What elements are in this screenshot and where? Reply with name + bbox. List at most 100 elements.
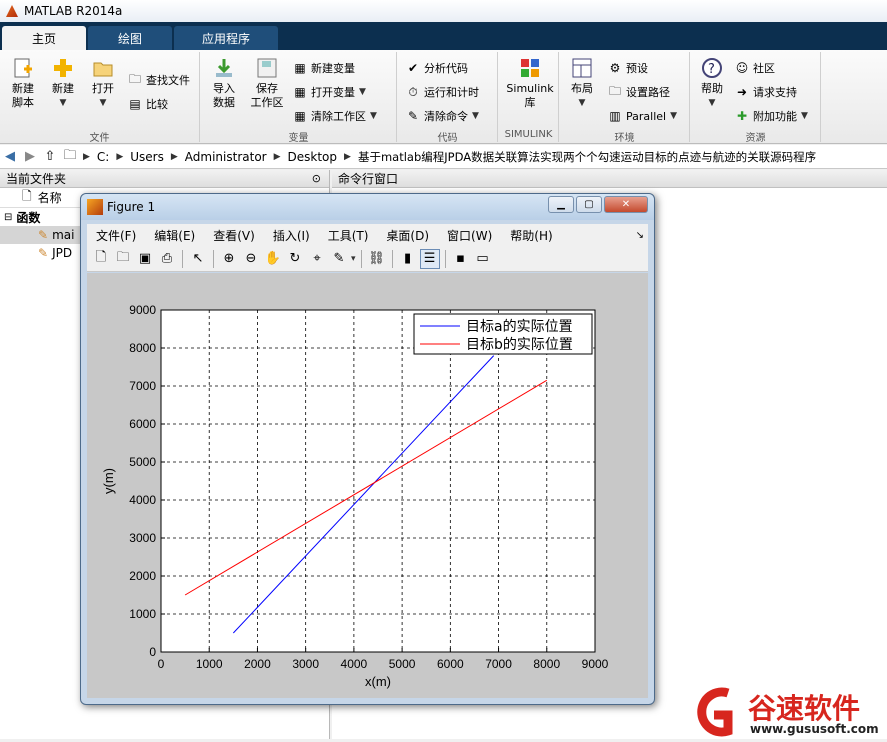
import-data-button[interactable]: 导入 数据 — [207, 56, 241, 110]
help-button[interactable]: ? 帮助 ▼ — [695, 56, 729, 110]
tab-home[interactable]: 主页 — [2, 26, 86, 50]
x-tick-label: 2000 — [244, 657, 271, 671]
rotate-icon[interactable]: ↻ — [285, 249, 305, 269]
menu-help[interactable]: 帮助(H) — [501, 227, 561, 244]
new-variable-button[interactable]: ▦ 新建变量 — [293, 58, 355, 78]
zoom-out-icon[interactable]: ⊖ — [241, 249, 261, 269]
new-button[interactable]: 新建 ▼ — [46, 56, 80, 110]
parallel-button[interactable]: ▥ Parallel ▼ — [608, 106, 677, 126]
new-figure-icon[interactable]: 🗋 — [91, 249, 111, 269]
group-variable: 导入 数据 保存 工作区 ▦ 新建变量 ▦ 打开变量 ▼ ▦ 清除工作区 ▼ 变量 — [201, 52, 397, 144]
current-folder-header: 当前文件夹 ⊙ — [0, 170, 329, 188]
plus-icon — [51, 56, 75, 80]
y-tick-label: 9000 — [129, 303, 156, 317]
brush-dropdown-icon[interactable]: ▾ — [351, 254, 356, 264]
community-button[interactable]: ☺ 社区 — [735, 58, 775, 78]
set-path-button[interactable]: 🗀 设置路径 — [608, 82, 670, 102]
mfile-icon: ✎ — [38, 246, 49, 260]
compare-button[interactable]: ▤ 比较 — [128, 94, 168, 114]
set-path-icon: 🗀 — [608, 83, 621, 98]
x-tick-label: 6000 — [437, 657, 464, 671]
watermark-url: www.gususoft.com — [750, 722, 879, 736]
path-crumb[interactable]: 基于matlab编程JPDA数据关联算法实现两个个勾速运动目标的点迹与航迹的关联… — [358, 149, 816, 165]
ribbon-tab-strip: 主页 绘图 应用程序 — [0, 22, 887, 50]
menu-desktop[interactable]: 桌面(D) — [377, 227, 438, 244]
brush-icon[interactable]: ✎ — [329, 249, 349, 269]
collapse-icon[interactable]: ⊟ — [4, 212, 12, 223]
menu-tools[interactable]: 工具(T) — [319, 227, 378, 244]
run-and-time-button[interactable]: ⏱ 运行和计时 — [406, 82, 479, 102]
open-variable-icon: ▦ — [294, 85, 306, 99]
path-crumb[interactable]: C: — [97, 150, 109, 164]
matlab-logo-icon — [6, 5, 18, 17]
colorbar-icon[interactable]: ▮ — [398, 249, 418, 269]
command-window-header: 命令行窗口 — [332, 170, 887, 188]
back-icon[interactable]: ◀ — [0, 147, 20, 167]
add-ons-button[interactable]: ✚ 附加功能 ▼ — [735, 106, 808, 126]
link-icon[interactable]: ⛓ — [367, 249, 387, 269]
preferences-button[interactable]: ⚙ 预设 — [608, 58, 648, 78]
layout-icon — [570, 56, 594, 80]
menu-view[interactable]: 查看(V) — [204, 227, 264, 244]
legend-label-2: 目标b的实际位置 — [466, 337, 573, 353]
data-cursor-icon[interactable]: ⌖ — [307, 249, 327, 269]
figure-icon — [87, 199, 103, 215]
print-icon[interactable]: ⎙ — [157, 249, 177, 269]
simulink-library-button[interactable]: Simulink 库 — [505, 56, 555, 110]
zoom-in-icon[interactable]: ⊕ — [219, 249, 239, 269]
request-support-button[interactable]: ➜ 请求支持 — [735, 82, 797, 102]
plot-area: 0 1000 2000 3000 4000 5000 6000 7000 8000 9000 0 10… — [87, 273, 648, 698]
panel-menu-icon[interactable]: ⊙ — [312, 172, 321, 185]
layout-button[interactable]: 布局 ▼ — [564, 56, 600, 110]
path-crumb[interactable]: Users — [130, 150, 164, 164]
save-icon[interactable]: ▣ — [135, 249, 155, 269]
clear-commands-button[interactable]: ✎ 清除命令 ▼ — [406, 106, 479, 126]
figure-menu-bar: 文件(F) 编辑(E) 查看(V) 插入(I) 工具(T) 桌面(D) 窗口(W… — [87, 224, 648, 246]
up-folder-icon[interactable]: ⇧ — [40, 147, 60, 167]
menu-edit[interactable]: 编辑(E) — [145, 227, 204, 244]
y-axis-label: y(m) — [101, 468, 116, 494]
minimize-button[interactable]: ▁ — [548, 196, 574, 213]
menu-insert[interactable]: 插入(I) — [264, 227, 319, 244]
new-variable-icon: ▦ — [294, 61, 306, 75]
folder-icon — [91, 56, 115, 80]
pointer-icon[interactable]: ↖ — [188, 249, 208, 269]
tab-apps[interactable]: 应用程序 — [174, 26, 278, 50]
open-button[interactable]: 打开 ▼ — [86, 56, 120, 110]
watermark-logo: 谷速软件 www.gususoft.com — [688, 685, 887, 739]
tab-plots[interactable]: 绘图 — [88, 26, 172, 50]
y-tick-label: 6000 — [129, 417, 156, 431]
browse-folder-icon[interactable]: 🗀 — [60, 147, 80, 167]
line-chart[interactable]: 0 1000 2000 3000 4000 5000 6000 7000 8000 9000 0 10… — [87, 273, 648, 698]
maximize-button[interactable]: ▢ — [576, 196, 602, 213]
open-file-icon[interactable]: 🗀 — [113, 249, 133, 269]
open-variable-button[interactable]: ▦ 打开变量 ▼ — [293, 82, 366, 102]
ribbon: 新建 脚本 新建 ▼ 打开 ▼ 🗀 查找文件 ▤ 比较 文件 导入 数据 保存 工作区 … — [0, 50, 887, 144]
save-workspace-button[interactable]: 保存 工作区 — [247, 56, 287, 110]
show-plot-tools-icon[interactable]: ▭ — [473, 249, 493, 269]
path-crumb[interactable]: Administrator — [185, 150, 267, 164]
clear-workspace-button[interactable]: ▦ 清除工作区 ▼ — [293, 106, 377, 126]
group-code: ✔ 分析代码 ⏱ 运行和计时 ✎ 清除命令 ▼ 代码 — [398, 52, 498, 144]
legend-icon[interactable]: ☰ — [419, 248, 440, 269]
import-icon — [212, 56, 236, 80]
menu-window[interactable]: 窗口(W) — [438, 227, 501, 244]
close-button[interactable]: ✕ — [604, 196, 648, 213]
forward-icon[interactable]: ▶ — [20, 147, 40, 167]
find-files-button[interactable]: 🗀 查找文件 — [128, 70, 190, 90]
pan-icon[interactable]: ✋ — [263, 249, 283, 269]
new-script-icon — [11, 56, 35, 80]
path-crumb[interactable]: Desktop — [288, 150, 338, 164]
group-label-simulink: SIMULINK — [504, 129, 553, 140]
x-tick-label: 0 — [158, 657, 165, 671]
menu-file[interactable]: 文件(F) — [87, 227, 145, 244]
analyze-code-button[interactable]: ✔ 分析代码 — [406, 58, 468, 78]
figure-title-bar[interactable]: Figure 1 ▁ ▢ ✕ — [81, 194, 654, 220]
figure-toolbar: 🗋 🗀 ▣ ⎙ ↖ ⊕ ⊖ ✋ ↻ ⌖ ✎ ▾ ⛓ ▮ ☰ ▪ ▭ — [87, 246, 648, 272]
x-tick-label: 3000 — [292, 657, 319, 671]
new-script-button[interactable]: 新建 脚本 — [6, 56, 40, 110]
hide-plot-tools-icon[interactable]: ▪ — [451, 249, 471, 269]
dock-icon[interactable]: ↘ — [636, 230, 644, 241]
y-tick-label: 7000 — [129, 379, 156, 393]
find-files-icon: 🗀 — [128, 71, 141, 86]
